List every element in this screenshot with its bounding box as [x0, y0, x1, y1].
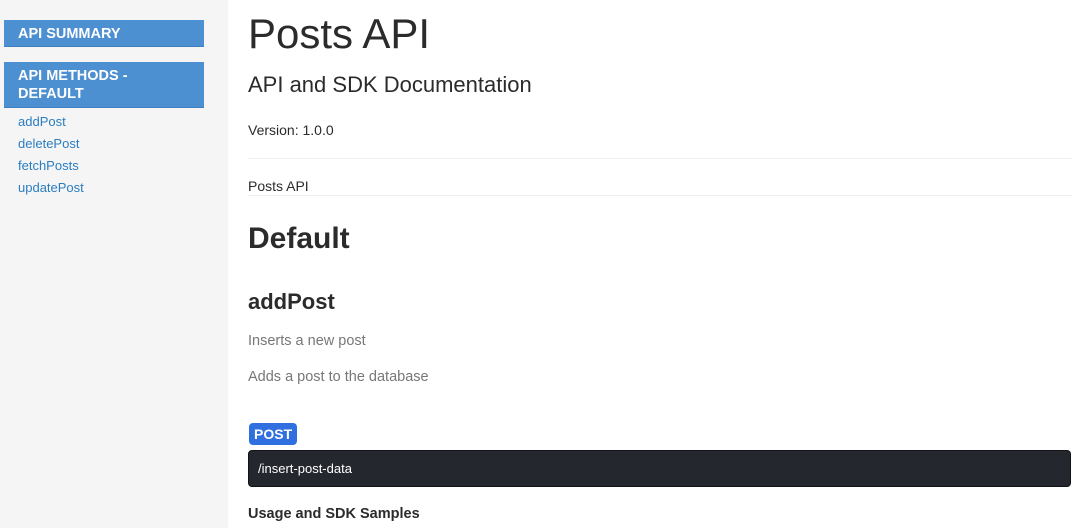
- page-title: Posts API: [248, 10, 431, 57]
- usage-heading: Usage and SDK Samples: [248, 506, 420, 522]
- main-content: Posts API API and SDK Documentation Vers…: [248, 0, 1072, 528]
- sidebar-link-fetchposts[interactable]: fetchPosts: [18, 158, 79, 174]
- method-notes: Adds a post to the database: [248, 369, 429, 385]
- api-description: Posts API: [248, 178, 309, 194]
- sidebar-link-deletepost[interactable]: deletePost: [18, 136, 79, 152]
- endpoint-path[interactable]: /insert-post-data: [248, 450, 1071, 487]
- method-heading: addPost: [248, 289, 335, 314]
- http-method-badge: POST: [249, 423, 298, 445]
- sidebar-link-addpost[interactable]: addPost: [18, 114, 66, 130]
- section-heading: Default: [248, 222, 350, 255]
- nav-header-api-summary[interactable]: API SUMMARY: [4, 20, 204, 47]
- nav-header-api-methods[interactable]: API METHODS - DEFAULT: [4, 62, 204, 108]
- divider: [248, 195, 1072, 196]
- version-text: Version: 1.0.0: [248, 122, 334, 138]
- divider: [248, 158, 1072, 159]
- method-summary: Inserts a new post: [248, 333, 366, 349]
- sidebar: API SUMMARY API METHODS - DEFAULT addPos…: [0, 0, 228, 528]
- page-subtitle: API and SDK Documentation: [248, 72, 532, 97]
- sidebar-link-updatepost[interactable]: updatePost: [18, 180, 84, 196]
